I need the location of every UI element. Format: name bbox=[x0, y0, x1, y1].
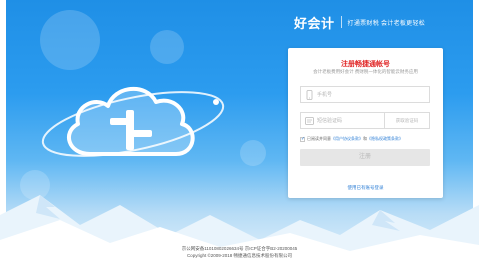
sms-code-field[interactable]: 获取验证码 bbox=[300, 112, 430, 129]
phone-icon bbox=[306, 90, 313, 100]
phone-field[interactable] bbox=[300, 86, 430, 103]
register-subtitle: 会计老板费用好会计 费财税一体化的智能云财务应用 bbox=[313, 69, 418, 74]
agree-checkbox[interactable] bbox=[300, 136, 305, 142]
agreement-row: 已阅读并同意 《用户协议条款》 和 《隐私权政策条款》 bbox=[300, 136, 403, 142]
footer-copyright: Copyright ©2009-2018 畅捷通信息技术股份有限公司 bbox=[186, 253, 293, 258]
footer: 京公网安备11010802026634号 京ICP证合字B2-20200045 … bbox=[0, 245, 479, 259]
bokeh-circle bbox=[40, 10, 100, 70]
cloud-logo-illustration bbox=[41, 86, 225, 157]
brand-header: 好会计 打通票财税 会计老板更轻松 bbox=[294, 12, 425, 32]
sms-code-input[interactable] bbox=[317, 113, 377, 128]
bokeh-circle bbox=[240, 140, 266, 166]
bokeh-circle bbox=[150, 30, 184, 64]
agree-prefix: 已阅读并同意 bbox=[307, 136, 331, 141]
brand-logo[interactable]: 好会计 bbox=[294, 13, 335, 32]
register-button[interactable]: 注册 bbox=[300, 149, 430, 166]
phone-input[interactable] bbox=[317, 87, 377, 102]
page-background: 好会计 打通票财税 会计老板更轻松 注册畅捷通帐号 会计老板费用好会计 费财税一… bbox=[0, 0, 479, 267]
register-title: 注册畅捷通帐号 bbox=[341, 61, 390, 68]
register-card: 注册畅捷通帐号 会计老板费用好会计 费财税一体化的智能云财务应用 获取验证码 已… bbox=[288, 48, 443, 198]
message-icon bbox=[305, 117, 314, 125]
footer-license: 京公网安备11010802026634号 京ICP证合字B2-20200045 bbox=[181, 246, 298, 251]
existing-account-login-link[interactable]: 使用已有账号登录 bbox=[288, 185, 443, 191]
brand-slogan: 打通票财税 会计老板更轻松 bbox=[347, 20, 426, 27]
privacy-policy-link[interactable]: 《隐私权政策条款》 bbox=[367, 136, 403, 142]
get-code-button[interactable]: 获取验证码 bbox=[384, 113, 429, 128]
user-agreement-link[interactable]: 《用户协议条款》 bbox=[331, 136, 363, 142]
brand-divider bbox=[340, 16, 342, 28]
